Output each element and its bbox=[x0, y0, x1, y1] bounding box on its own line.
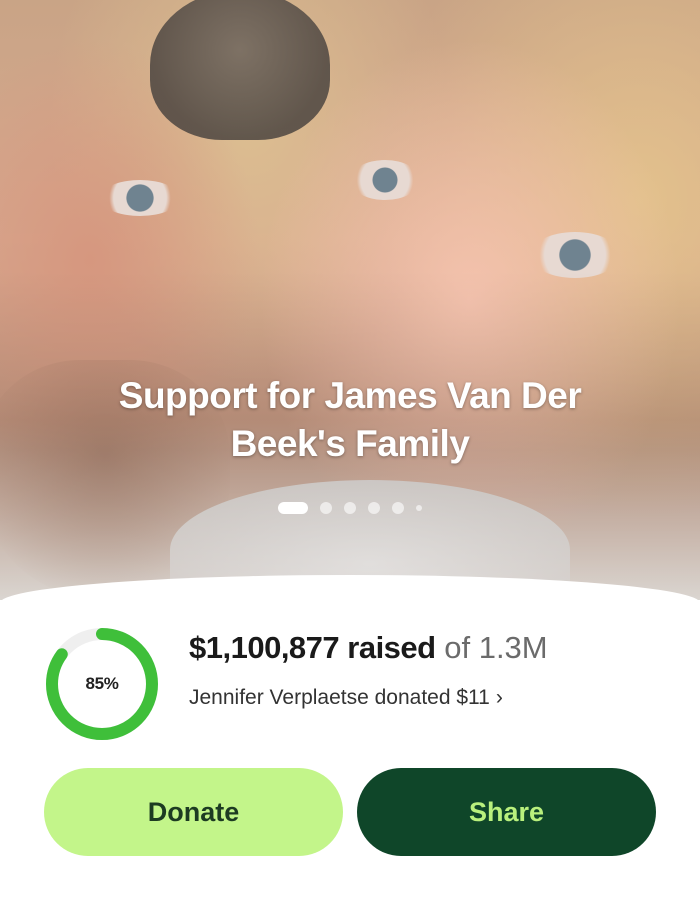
share-button[interactable]: Share bbox=[357, 768, 656, 856]
campaign-title: Support for James Van Der Beek's Family bbox=[118, 375, 582, 464]
goal-text: of 1.3M bbox=[444, 630, 548, 665]
carousel-dot[interactable] bbox=[392, 502, 404, 514]
donate-button[interactable]: Donate bbox=[44, 768, 343, 856]
carousel-dot[interactable] bbox=[320, 502, 332, 514]
carousel-dot[interactable] bbox=[368, 502, 380, 514]
amount-raised: $1,100,877 raised of 1.3M bbox=[189, 630, 548, 666]
chevron-right-icon: › bbox=[495, 686, 503, 709]
carousel-indicator[interactable] bbox=[0, 501, 700, 515]
carousel-dot[interactable] bbox=[416, 505, 422, 511]
progress-percent: 85% bbox=[85, 674, 119, 693]
latest-donation-link[interactable]: Jennifer Verplaetse donated $11 › bbox=[189, 686, 503, 710]
carousel-dot[interactable] bbox=[344, 502, 356, 514]
carousel-dot-active[interactable] bbox=[278, 502, 308, 514]
latest-donation-text: Jennifer Verplaetse donated $11 bbox=[189, 686, 490, 709]
amount-raised-value: $1,100,877 raised bbox=[189, 630, 436, 665]
